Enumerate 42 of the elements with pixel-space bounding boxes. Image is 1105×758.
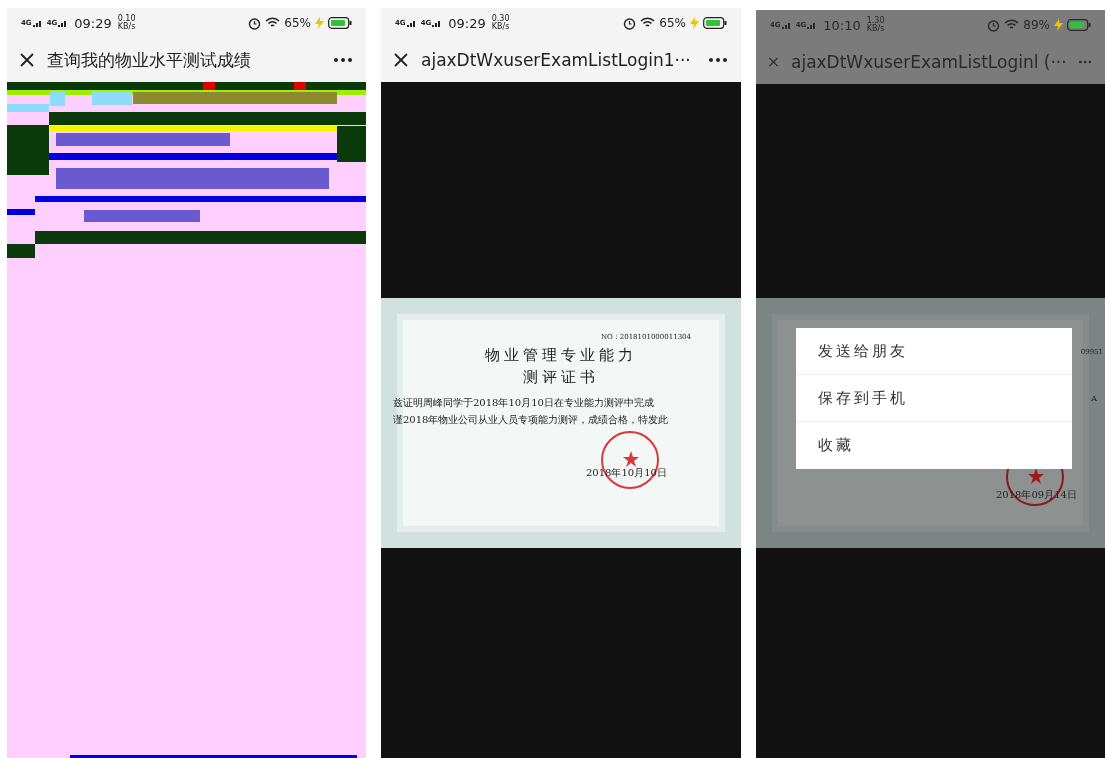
charging-bolt-icon [690,17,699,29]
battery-percent: 65% [284,16,311,30]
wifi-icon [1004,19,1020,31]
certificate-heading: 物业管理专业能力 [485,346,637,364]
alarm-icon [987,18,1001,32]
wifi-icon [265,17,281,29]
battery-icon [1067,19,1091,31]
clock-time: 10:10 [823,17,861,33]
page-title: ajaxDtWxuserExamListLogin1··· [421,50,692,70]
clock-time: 09:29 [448,15,486,31]
certificate-text: 兹证明周峰同学于2018年10月10日在专业能力测评中完成 [392,396,655,410]
network-speed: 0.10 [117,15,136,23]
alarm-icon [248,16,262,30]
speed-unit: KB/s [866,25,885,33]
charging-bolt-icon [1054,19,1063,31]
page-title: 查询我的物业水平测试成绩 [47,48,252,72]
battery-icon [703,17,727,29]
charging-bolt-icon [315,17,324,29]
network-speed: 1.30 [866,17,885,25]
battery-percent: 89% [1023,18,1050,32]
clock-time: 09:29 [74,15,112,31]
more-icon[interactable] [334,58,352,62]
page-title: ajaxDtWxuserExamListLoginl (··· [791,52,1067,72]
speed-unit: KB/s [117,23,136,31]
signal-icon [807,21,818,29]
signal-icon [58,19,69,27]
speed-unit: KB/s [491,23,510,31]
network-speed: 0.30 [491,15,510,23]
signal-icon [32,19,43,27]
certificate-heading: 测评证书 [523,368,599,386]
signal-icon [781,21,792,29]
signal-icon [406,19,417,27]
signal-icon [432,19,443,27]
battery-percent: 65% [659,16,686,30]
certificate-text: A [1091,394,1097,403]
more-icon[interactable] [709,58,727,62]
wifi-icon [640,17,656,29]
certificate-text: 谨2018年物业公司从业人员专项能力测评，成绩合格，特发此 [392,413,670,427]
close-icon[interactable] [19,52,35,68]
battery-icon [328,17,352,29]
close-icon[interactable] [393,52,409,68]
alarm-icon [623,16,637,30]
